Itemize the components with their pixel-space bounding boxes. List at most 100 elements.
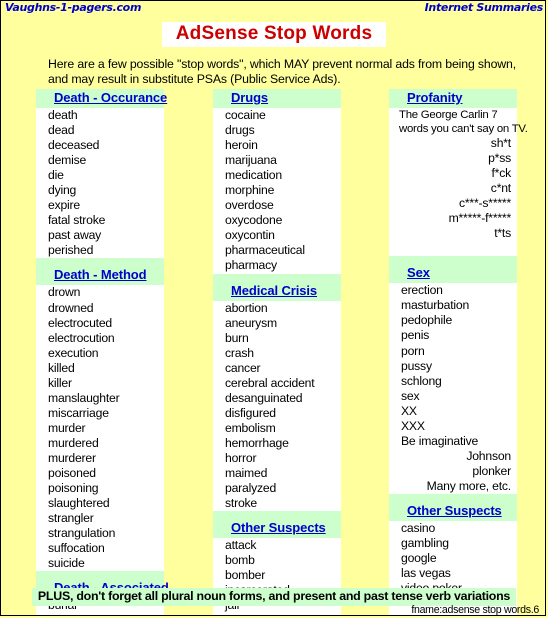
list-item: bomb	[225, 553, 255, 568]
section-title[interactable]: Sex	[407, 265, 430, 281]
section-title[interactable]: Drugs	[231, 90, 268, 106]
list-item: cocaine	[225, 108, 266, 122]
list-item: disfigured	[225, 405, 276, 420]
section-death-method: Death - Method drown drowned electrocute…	[36, 258, 164, 572]
list-item: penis	[401, 328, 430, 343]
intro-paragraph: Here are a few possible "stop words", wh…	[48, 57, 516, 86]
column-2: Drugs cocaine drugs heroin marijuana med…	[213, 89, 341, 615]
list-item: t*ts	[494, 226, 511, 241]
section-header: Death - Occurance	[36, 89, 167, 108]
section-word-list: cocaine drugs heroin marijuana medicatio…	[213, 108, 341, 274]
list-item: die	[48, 168, 64, 183]
list-item: horror	[225, 450, 257, 465]
list-item: prison	[213, 613, 341, 615]
section-title[interactable]: Profanity	[407, 90, 463, 106]
list-item: gambling	[401, 536, 449, 551]
list-item: poisoned	[48, 466, 96, 481]
list-item: erection	[401, 283, 443, 298]
list-item: drown	[48, 285, 81, 300]
section-word-list: death dead deceased demise die dying exp…	[36, 108, 164, 259]
list-item: p*ss	[488, 151, 511, 166]
list-item: killer	[48, 375, 72, 390]
list-item: XX	[401, 403, 417, 418]
list-item: slaughtered	[48, 496, 110, 511]
list-item: Johnson	[466, 448, 511, 463]
list-item: morphine	[225, 183, 275, 198]
section-header: Profanity	[389, 89, 517, 108]
column-1: Death - Occurance death dead deceased de…	[36, 89, 169, 615]
list-item: abortion	[225, 300, 268, 315]
section-header: Other Suspects	[213, 511, 341, 539]
section-death-occurance: Death - Occurance death dead deceased de…	[36, 89, 167, 259]
list-item: stroke	[225, 496, 257, 511]
list-item: dying	[48, 183, 77, 198]
section-header: Sex	[389, 256, 517, 284]
profanity-note-line: words you can't say on TV.	[399, 123, 528, 135]
section-header: Other Suspects	[389, 493, 517, 521]
list-item: suicide	[48, 556, 85, 571]
list-item: medication	[225, 168, 282, 183]
profanity-note-line: The George Carlin 7	[399, 109, 498, 121]
list-item: google	[401, 551, 437, 566]
section-profanity: Profanity The George Carlin 7 words you …	[389, 89, 528, 257]
list-item: strangler	[48, 511, 94, 526]
list-item: murder	[48, 420, 86, 435]
list-item: overdose	[225, 198, 274, 213]
list-item: manslaughter	[48, 390, 120, 405]
list-item: killed	[48, 360, 75, 375]
section-filler	[389, 241, 517, 257]
list-item: attack	[225, 538, 257, 553]
list-item: crash	[225, 345, 254, 360]
section-header: Medical Crisis	[213, 273, 341, 301]
list-item: cancer	[225, 360, 261, 375]
list-item: demise	[48, 153, 87, 168]
list-item: murderer	[48, 450, 96, 465]
list-item: c*nt	[490, 181, 511, 196]
list-item: marijuana	[225, 153, 277, 168]
list-item: miscarriage	[48, 405, 109, 420]
list-item: heroin	[225, 138, 258, 153]
list-item: poisoning	[48, 481, 99, 496]
list-item: f*ck	[491, 166, 511, 181]
section-word-list: erection masturbation pedophile penis po…	[389, 283, 517, 494]
list-item: desanguinated	[225, 390, 303, 405]
list-item: maimed	[225, 466, 268, 481]
site-branding: Vaughns-1-pagers.com	[5, 1, 142, 14]
page-title: AdSense Stop Words	[161, 22, 387, 47]
list-item: pharmaceutical	[225, 243, 305, 258]
page-title-container: AdSense Stop Words	[1, 22, 545, 47]
list-item: paralyzed	[225, 481, 277, 496]
section-word-list: casino gambling google las vegas video p…	[389, 520, 517, 597]
list-item: masturbation	[401, 298, 470, 313]
site-section-label: Internet Summaries	[424, 1, 544, 14]
section-medical-crisis: Medical Crisis abortion aneurysm burn cr…	[213, 273, 341, 512]
section-word-list: The George Carlin 7 words you can't say …	[389, 108, 528, 257]
list-item: m*****-f*****	[448, 211, 512, 226]
list-item: XXX	[401, 418, 425, 433]
section-title[interactable]: Medical Crisis	[231, 283, 317, 299]
list-item: cerebral accident	[225, 375, 315, 390]
list-item: deceased	[48, 138, 100, 153]
list-item: perished	[48, 243, 94, 258]
section-drugs: Drugs cocaine drugs heroin marijuana med…	[213, 89, 341, 274]
list-item: plonker	[472, 463, 511, 478]
list-item: casket	[36, 613, 164, 615]
section-title[interactable]: Death - Method	[54, 267, 147, 283]
list-item: dead	[48, 123, 75, 138]
section-word-list: drown drowned electrocuted electrocution…	[36, 285, 164, 572]
list-item: bomber	[225, 568, 266, 583]
section-title[interactable]: Other Suspects	[407, 503, 502, 519]
list-item: fatal stroke	[48, 213, 106, 228]
section-word-list: abortion aneurysm burn crash cancer cere…	[213, 300, 341, 512]
top-bar: Vaughns-1-pagers.com Internet Summaries	[1, 1, 545, 16]
list-item: aneurysm	[225, 315, 277, 330]
list-item: sex	[401, 388, 420, 403]
file-name-label: fname:adsense stop words.6	[411, 604, 539, 616]
list-item: death	[48, 108, 78, 122]
section-title[interactable]: Death - Occurance	[54, 90, 167, 106]
section-title[interactable]: Other Suspects	[231, 520, 326, 536]
list-item: c***-s*****	[459, 196, 511, 211]
list-item: sh*t	[490, 136, 511, 150]
list-item: Be imaginative	[401, 433, 479, 448]
list-item: suffocation	[48, 541, 105, 556]
